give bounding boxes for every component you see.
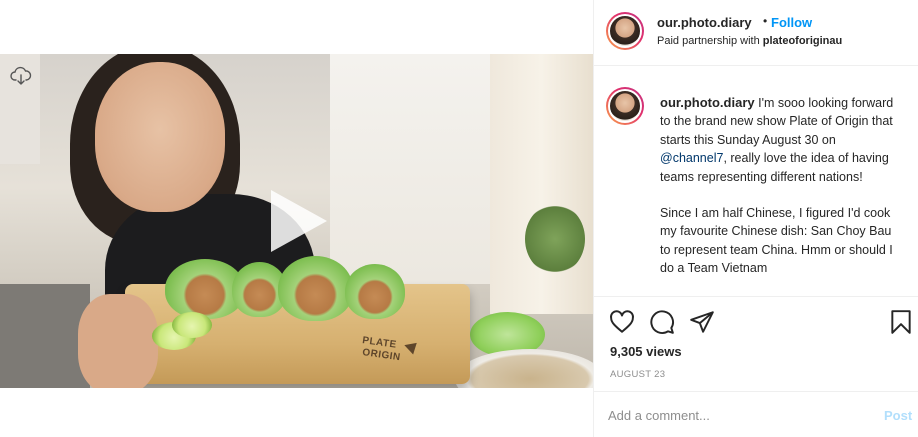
caption-paragraph: Since I am half Chinese, I figured I'd c… xyxy=(660,206,893,276)
view-count[interactable]: 9,305 views xyxy=(610,344,682,359)
video-player[interactable]: PLATE ORIGIN xyxy=(0,54,593,388)
person-arm xyxy=(78,294,158,388)
comment-input[interactable] xyxy=(608,404,858,426)
mention-link[interactable]: @channel7 xyxy=(660,151,723,165)
caption-username[interactable]: our.photo.diary xyxy=(660,95,755,110)
caption-area[interactable]: our.photo.diary I'm sooo looking forward… xyxy=(594,67,918,295)
bookmark-icon[interactable] xyxy=(888,309,914,335)
caption-text: our.photo.diary I'm sooo looking forward… xyxy=(660,94,896,278)
avatar[interactable] xyxy=(606,12,644,50)
comment-bar: Post xyxy=(594,391,918,437)
background-plant xyxy=(525,204,585,274)
header-username[interactable]: our.photo.diary xyxy=(657,15,752,30)
separator-dot: • xyxy=(763,14,768,28)
post-header: our.photo.diary • Follow Paid partnershi… xyxy=(594,0,918,66)
avatar-frame xyxy=(608,89,642,123)
post-sidebar: our.photo.diary • Follow Paid partnershi… xyxy=(593,0,918,437)
heart-icon[interactable] xyxy=(609,309,635,335)
food-plate xyxy=(455,349,593,388)
background-chair xyxy=(0,284,90,388)
board-logo: PLATE ORIGIN xyxy=(360,332,430,363)
comment-icon[interactable] xyxy=(649,309,675,335)
lettuce-cup xyxy=(278,256,353,321)
paper-plane-icon[interactable] xyxy=(689,309,715,335)
post-comment-button[interactable]: Post xyxy=(884,408,912,423)
background-curtain xyxy=(490,54,593,314)
partner-link[interactable]: plateoforiginau xyxy=(763,35,842,47)
follow-button[interactable]: Follow xyxy=(771,15,812,30)
paid-partnership-label: Paid partnership with plateoforiginau xyxy=(657,35,842,47)
cloud-download-icon[interactable] xyxy=(10,66,32,86)
post-date[interactable]: AUGUST 23 xyxy=(610,369,665,380)
action-bar: 9,305 views AUGUST 23 Post xyxy=(594,296,918,437)
lime-wedge xyxy=(172,312,212,338)
play-icon[interactable] xyxy=(263,186,333,256)
media-column: PLATE ORIGIN xyxy=(0,0,593,437)
avatar-frame xyxy=(608,14,642,48)
avatar-image xyxy=(610,16,640,46)
lettuce-cup xyxy=(345,264,405,319)
caption-avatar[interactable] xyxy=(606,87,644,125)
person-face xyxy=(95,62,225,212)
plate-of-origin-logo: PLATE ORIGIN xyxy=(362,335,417,363)
avatar-image xyxy=(610,91,640,121)
partnership-prefix: Paid partnership with xyxy=(657,35,763,47)
